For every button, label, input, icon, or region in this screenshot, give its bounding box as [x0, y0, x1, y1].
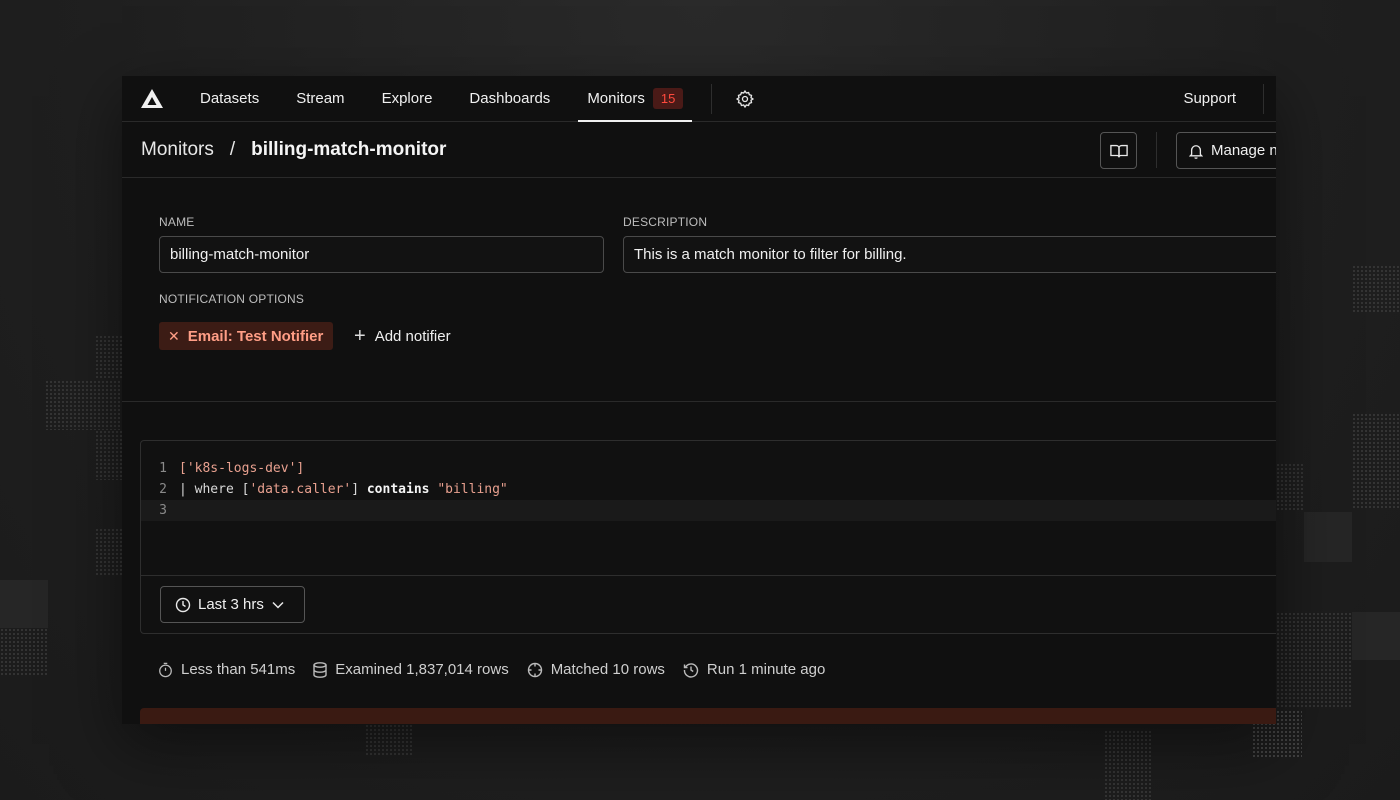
plus-icon: +	[354, 325, 366, 347]
nav-label: Dashboards	[469, 90, 551, 107]
app-window: Datasets Stream Explore Dashboards Monit…	[122, 76, 1276, 724]
history-icon	[683, 662, 699, 678]
notification-options-label: NOTIFICATION OPTIONS	[159, 292, 305, 306]
nav-label: Explore	[381, 90, 433, 107]
code-text: ['k8s-logs-dev']	[179, 461, 304, 476]
bg-dots	[1276, 612, 1352, 707]
code-text: | where ['data.caller'] contains "billin…	[179, 482, 508, 497]
bg-dots	[1104, 730, 1152, 800]
breadcrumb-parent[interactable]: Monitors	[141, 139, 214, 161]
code-plain: ]	[351, 482, 367, 497]
nav-label: Stream	[296, 90, 345, 107]
bg-dots	[95, 430, 125, 480]
run-stats: Less than 541ms Examined 1,837,014 rows …	[158, 661, 843, 678]
bell-icon	[1189, 144, 1203, 159]
bg-dots	[95, 528, 125, 576]
breadcrumb: Monitors / billing-match-monitor Manage …	[122, 122, 1276, 178]
run-stat: Run 1 minute ago	[683, 661, 825, 678]
line-number: 2	[159, 482, 167, 497]
error-alert-banner	[140, 708, 1276, 724]
close-icon[interactable]: ✕	[168, 328, 180, 345]
nav-datasets[interactable]: Datasets	[191, 76, 268, 122]
page-title: billing-match-monitor	[251, 138, 447, 160]
name-label: NAME	[159, 215, 195, 229]
top-nav: Datasets Stream Explore Dashboards Monit…	[122, 76, 1276, 122]
query-editor-panel: 1 ['k8s-logs-dev'] 2 | where ['data.call…	[140, 440, 1276, 634]
bg-block	[1304, 512, 1352, 562]
examined-text: Examined 1,837,014 rows	[335, 661, 509, 678]
add-notifier-button[interactable]: + Add notifier	[354, 322, 451, 350]
crosshair-icon	[527, 662, 542, 677]
run-text: Run 1 minute ago	[706, 661, 826, 678]
code-line: 2 | where ['data.caller'] contains "bill…	[141, 479, 1276, 500]
support-link[interactable]: Support	[1183, 90, 1236, 107]
line-number: 3	[159, 503, 167, 518]
time-range-label: Last 3 hrs	[198, 596, 264, 613]
toolbar-divider	[1156, 132, 1157, 168]
monitor-form: NAME DESCRIPTION NOTIFICATION OPTIONS ✕ …	[122, 178, 1276, 402]
database-icon	[313, 661, 327, 678]
manage-notifiers-button[interactable]: Manage n	[1176, 132, 1276, 169]
book-icon	[1109, 144, 1128, 157]
duration-stat: Less than 541ms	[158, 661, 295, 678]
code-plain: | where [	[179, 482, 250, 497]
bg-dots	[0, 628, 48, 676]
code-string: 'data.caller'	[249, 482, 352, 497]
code-keyword: contains	[366, 482, 430, 497]
line-number: 1	[159, 461, 167, 476]
duration-text: Less than 541ms	[181, 661, 296, 678]
nav-label: Datasets	[200, 90, 260, 107]
manage-label: Manage n	[1211, 142, 1276, 159]
bg-dots	[45, 380, 125, 430]
chevron-down-icon	[272, 601, 284, 609]
clock-icon	[175, 597, 191, 612]
monitors-count-badge: 15	[652, 88, 684, 109]
notifier-chip-label: Email: Test Notifier	[187, 327, 324, 345]
notifier-chip[interactable]: ✕ Email: Test Notifier	[159, 322, 334, 350]
query-editor[interactable]: 1 ['k8s-logs-dev'] 2 | where ['data.call…	[141, 441, 1276, 576]
examined-stat: Examined 1,837,014 rows	[313, 661, 509, 678]
bg-dots	[1352, 413, 1400, 510]
code-string: "billing"	[437, 482, 508, 497]
nav-divider	[1263, 83, 1264, 114]
description-input[interactable]	[623, 236, 1276, 273]
bg-dots	[1276, 463, 1304, 510]
nav-dashboards[interactable]: Dashboards	[460, 76, 559, 122]
code-string: ['k8s-logs-dev']	[179, 461, 305, 476]
code-line: 1 ['k8s-logs-dev']	[141, 458, 1276, 479]
nav-explore[interactable]: Explore	[373, 76, 442, 122]
bg-dots	[95, 335, 125, 380]
time-range-dropdown[interactable]: Last 3 hrs	[160, 586, 305, 623]
matched-stat: Matched 10 rows	[527, 661, 665, 678]
nav-label: Monitors	[587, 90, 645, 107]
name-input[interactable]	[159, 236, 604, 273]
stopwatch-icon	[159, 662, 172, 677]
matched-text: Matched 10 rows	[550, 661, 665, 678]
nav-monitors[interactable]: Monitors 15	[578, 76, 693, 122]
nav-divider	[711, 83, 713, 114]
docs-button[interactable]	[1100, 132, 1137, 169]
code-line-current: 3	[141, 500, 1276, 521]
add-notifier-label: Add notifier	[374, 327, 451, 345]
bg-block	[0, 580, 48, 628]
nav-stream[interactable]: Stream	[287, 76, 353, 122]
breadcrumb-separator: /	[229, 138, 236, 160]
bg-dots	[1352, 265, 1400, 313]
gear-icon[interactable]	[734, 88, 756, 110]
axiom-logo-icon[interactable]	[140, 87, 164, 111]
bg-block	[1352, 612, 1400, 660]
description-label: DESCRIPTION	[623, 215, 708, 229]
bg-dots	[365, 724, 413, 756]
